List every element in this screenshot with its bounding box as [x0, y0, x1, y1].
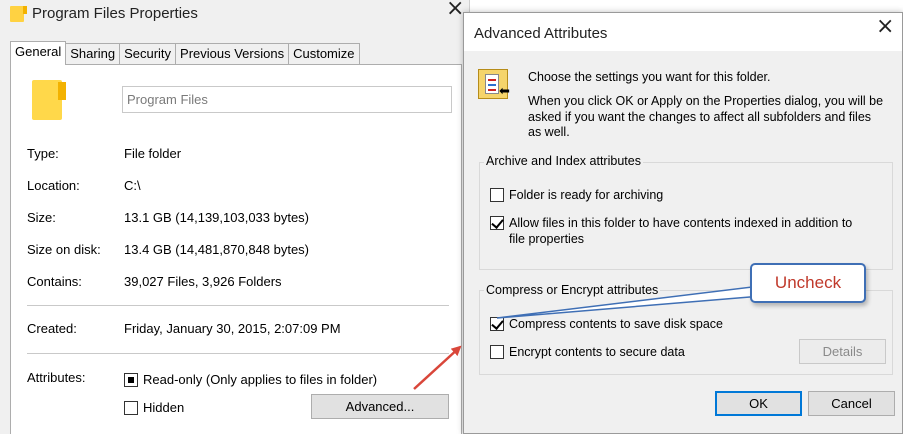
readonly-option[interactable]: Read-only (Only applies to files in fold…: [124, 372, 377, 387]
uncheck-callout: Uncheck: [750, 263, 866, 303]
detail-line-3: as well.: [528, 125, 570, 139]
ok-button[interactable]: OK: [715, 391, 802, 416]
hidden-label: Hidden: [143, 400, 185, 415]
compress-option[interactable]: Compress contents to save disk space: [490, 317, 723, 331]
index-label: Allow files in this folder to have conte…: [509, 215, 852, 247]
type-value: File folder: [124, 146, 182, 161]
archive-checkbox[interactable]: [490, 188, 504, 202]
detail-line-2: asked if you want the changes to affect …: [528, 110, 872, 124]
compress-label: Compress contents to save disk space: [509, 317, 723, 331]
dialog-title: Advanced Attributes: [474, 25, 608, 42]
tab-sharing[interactable]: Sharing: [65, 43, 121, 65]
created-label: Created:: [27, 321, 77, 336]
hidden-option[interactable]: Hidden: [124, 400, 184, 415]
readonly-checkbox[interactable]: [124, 372, 138, 387]
type-label: Type:: [27, 146, 59, 161]
detail-line-1: When you click OK or Apply on the Proper…: [528, 94, 884, 108]
separator: [27, 353, 449, 354]
intro-text: Choose the settings you want for this fo…: [528, 70, 771, 84]
compress-group-label: Compress or Encrypt attributes: [484, 283, 661, 297]
size-on-disk-label: Size on disk:: [27, 242, 101, 257]
compress-checkbox[interactable]: [490, 317, 504, 331]
folder-name-field[interactable]: Program Files: [122, 86, 452, 113]
encrypt-label: Encrypt contents to secure data: [509, 345, 685, 359]
index-checkbox[interactable]: [490, 216, 504, 230]
size-on-disk-value: 13.4 GB (14,481,870,848 bytes): [124, 242, 310, 257]
location-label: Location:: [27, 178, 80, 193]
archive-group-label: Archive and Index attributes: [484, 154, 643, 168]
folder-title-icon: [10, 6, 27, 22]
index-label-line-1: Allow files in this folder to have conte…: [509, 216, 853, 230]
advanced-button[interactable]: Advanced...: [311, 394, 449, 419]
cancel-button[interactable]: Cancel: [808, 391, 895, 416]
separator: [27, 305, 449, 306]
index-label-line-2: file properties: [509, 232, 585, 246]
readonly-label: Read-only (Only applies to files in fold…: [143, 372, 378, 387]
tab-previous-versions[interactable]: Previous Versions: [175, 43, 290, 65]
close-icon[interactable]: ×: [876, 14, 894, 39]
attributes-label: Attributes:: [27, 370, 86, 385]
contains-value: 39,027 Files, 3,926 Folders: [124, 274, 282, 289]
tab-customize[interactable]: Customize: [288, 43, 360, 65]
index-option[interactable]: Allow files in this folder to have conte…: [490, 215, 852, 247]
window-title: Program Files Properties: [32, 5, 198, 22]
advanced-attributes-dialog: Advanced Attributes × ⬅ Choose the setti…: [463, 12, 903, 434]
contains-label: Contains:: [27, 274, 82, 289]
hidden-checkbox[interactable]: [124, 400, 138, 415]
size-value: 13.1 GB (14,139,103,033 bytes): [124, 210, 310, 225]
archive-option[interactable]: Folder is ready for archiving: [490, 188, 663, 202]
close-icon[interactable]: ×: [446, 0, 464, 21]
archive-label: Folder is ready for archiving: [509, 188, 664, 202]
tab-general[interactable]: General: [10, 41, 67, 65]
folder-icon: [32, 80, 66, 120]
tab-strip: General Sharing Security Previous Versio…: [10, 41, 360, 65]
folder-settings-icon: ⬅: [478, 69, 510, 99]
encrypt-option[interactable]: Encrypt contents to secure data: [490, 345, 685, 359]
size-label: Size:: [27, 210, 56, 225]
tab-security[interactable]: Security: [119, 43, 177, 65]
location-value: C:\: [124, 178, 141, 193]
created-value: Friday, January 30, 2015, 2:07:09 PM: [124, 321, 341, 336]
encrypt-checkbox[interactable]: [490, 345, 504, 359]
details-button[interactable]: Details: [799, 339, 886, 364]
